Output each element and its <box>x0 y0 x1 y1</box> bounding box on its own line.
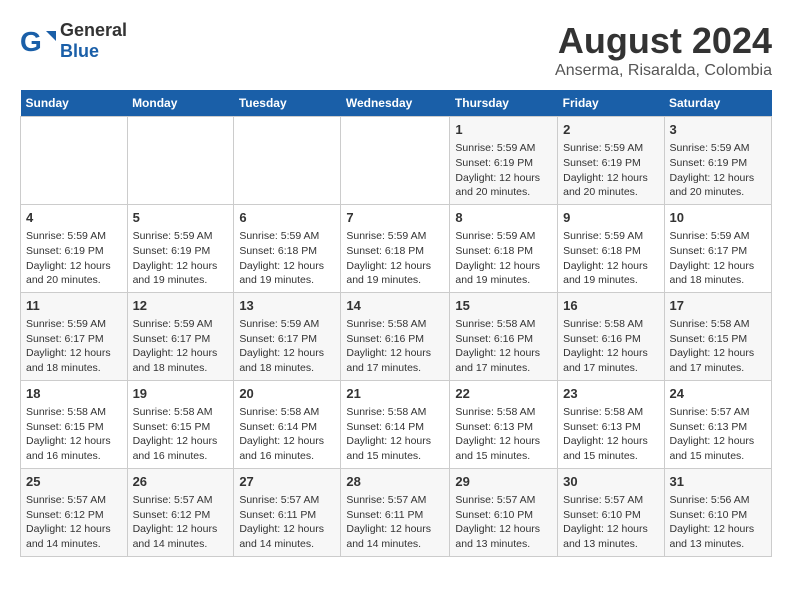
calendar-cell: 15Sunrise: 5:58 AM Sunset: 6:16 PM Dayli… <box>450 292 558 380</box>
logo-blue-text: Blue <box>60 41 99 61</box>
day-number: 21 <box>346 385 444 403</box>
calendar-cell: 25Sunrise: 5:57 AM Sunset: 6:12 PM Dayli… <box>21 468 128 556</box>
day-number: 28 <box>346 473 444 491</box>
calendar-cell: 3Sunrise: 5:59 AM Sunset: 6:19 PM Daylig… <box>664 117 772 205</box>
title-block: August 2024 Anserma, Risaralda, Colombia <box>555 20 772 80</box>
day-number: 24 <box>670 385 767 403</box>
calendar-cell: 2Sunrise: 5:59 AM Sunset: 6:19 PM Daylig… <box>558 117 664 205</box>
month-title: August 2024 <box>555 20 772 62</box>
weekday-header-wednesday: Wednesday <box>341 90 450 117</box>
calendar-cell <box>341 117 450 205</box>
day-number: 7 <box>346 209 444 227</box>
weekday-header-friday: Friday <box>558 90 664 117</box>
calendar-week-2: 4Sunrise: 5:59 AM Sunset: 6:19 PM Daylig… <box>21 204 772 292</box>
calendar-cell: 11Sunrise: 5:59 AM Sunset: 6:17 PM Dayli… <box>21 292 128 380</box>
calendar-cell: 6Sunrise: 5:59 AM Sunset: 6:18 PM Daylig… <box>234 204 341 292</box>
calendar-cell: 29Sunrise: 5:57 AM Sunset: 6:10 PM Dayli… <box>450 468 558 556</box>
weekday-header-saturday: Saturday <box>664 90 772 117</box>
day-number: 11 <box>26 297 122 315</box>
calendar-cell <box>127 117 234 205</box>
calendar-cell: 8Sunrise: 5:59 AM Sunset: 6:18 PM Daylig… <box>450 204 558 292</box>
calendar-cell: 18Sunrise: 5:58 AM Sunset: 6:15 PM Dayli… <box>21 380 128 468</box>
logo-general-text: General <box>60 20 127 40</box>
day-number: 2 <box>563 121 658 139</box>
day-number: 25 <box>26 473 122 491</box>
day-number: 1 <box>455 121 552 139</box>
weekday-header-sunday: Sunday <box>21 90 128 117</box>
calendar-week-3: 11Sunrise: 5:59 AM Sunset: 6:17 PM Dayli… <box>21 292 772 380</box>
calendar-cell: 7Sunrise: 5:59 AM Sunset: 6:18 PM Daylig… <box>341 204 450 292</box>
weekday-header-tuesday: Tuesday <box>234 90 341 117</box>
day-number: 27 <box>239 473 335 491</box>
location-title: Anserma, Risaralda, Colombia <box>555 62 772 80</box>
calendar-week-1: 1Sunrise: 5:59 AM Sunset: 6:19 PM Daylig… <box>21 117 772 205</box>
day-number: 10 <box>670 209 767 227</box>
day-number: 6 <box>239 209 335 227</box>
calendar-cell: 27Sunrise: 5:57 AM Sunset: 6:11 PM Dayli… <box>234 468 341 556</box>
logo: G General Blue <box>20 20 127 62</box>
day-number: 16 <box>563 297 658 315</box>
calendar-cell: 4Sunrise: 5:59 AM Sunset: 6:19 PM Daylig… <box>21 204 128 292</box>
day-number: 9 <box>563 209 658 227</box>
day-number: 18 <box>26 385 122 403</box>
day-number: 14 <box>346 297 444 315</box>
day-number: 23 <box>563 385 658 403</box>
calendar-week-5: 25Sunrise: 5:57 AM Sunset: 6:12 PM Dayli… <box>21 468 772 556</box>
day-number: 31 <box>670 473 767 491</box>
day-number: 19 <box>133 385 229 403</box>
day-number: 8 <box>455 209 552 227</box>
calendar-cell: 23Sunrise: 5:58 AM Sunset: 6:13 PM Dayli… <box>558 380 664 468</box>
weekday-header-row: SundayMondayTuesdayWednesdayThursdayFrid… <box>21 90 772 117</box>
calendar-cell: 16Sunrise: 5:58 AM Sunset: 6:16 PM Dayli… <box>558 292 664 380</box>
day-number: 17 <box>670 297 767 315</box>
calendar-cell: 31Sunrise: 5:56 AM Sunset: 6:10 PM Dayli… <box>664 468 772 556</box>
day-number: 29 <box>455 473 552 491</box>
weekday-header-thursday: Thursday <box>450 90 558 117</box>
calendar-cell: 13Sunrise: 5:59 AM Sunset: 6:17 PM Dayli… <box>234 292 341 380</box>
calendar-cell: 21Sunrise: 5:58 AM Sunset: 6:14 PM Dayli… <box>341 380 450 468</box>
calendar-cell: 10Sunrise: 5:59 AM Sunset: 6:17 PM Dayli… <box>664 204 772 292</box>
calendar-cell: 12Sunrise: 5:59 AM Sunset: 6:17 PM Dayli… <box>127 292 234 380</box>
calendar-cell <box>21 117 128 205</box>
weekday-header-monday: Monday <box>127 90 234 117</box>
day-number: 3 <box>670 121 767 139</box>
day-number: 4 <box>26 209 122 227</box>
calendar-cell: 9Sunrise: 5:59 AM Sunset: 6:18 PM Daylig… <box>558 204 664 292</box>
day-number: 26 <box>133 473 229 491</box>
day-number: 15 <box>455 297 552 315</box>
calendar-cell: 5Sunrise: 5:59 AM Sunset: 6:19 PM Daylig… <box>127 204 234 292</box>
calendar-cell: 28Sunrise: 5:57 AM Sunset: 6:11 PM Dayli… <box>341 468 450 556</box>
day-number: 12 <box>133 297 229 315</box>
page-header: G General Blue August 2024 Anserma, Risa… <box>20 20 772 80</box>
day-number: 22 <box>455 385 552 403</box>
calendar-cell: 24Sunrise: 5:57 AM Sunset: 6:13 PM Dayli… <box>664 380 772 468</box>
calendar-table: SundayMondayTuesdayWednesdayThursdayFrid… <box>20 90 772 557</box>
calendar-cell: 19Sunrise: 5:58 AM Sunset: 6:15 PM Dayli… <box>127 380 234 468</box>
svg-text:G: G <box>20 26 42 57</box>
calendar-week-4: 18Sunrise: 5:58 AM Sunset: 6:15 PM Dayli… <box>21 380 772 468</box>
calendar-cell: 20Sunrise: 5:58 AM Sunset: 6:14 PM Dayli… <box>234 380 341 468</box>
calendar-cell: 1Sunrise: 5:59 AM Sunset: 6:19 PM Daylig… <box>450 117 558 205</box>
calendar-cell: 30Sunrise: 5:57 AM Sunset: 6:10 PM Dayli… <box>558 468 664 556</box>
calendar-cell: 26Sunrise: 5:57 AM Sunset: 6:12 PM Dayli… <box>127 468 234 556</box>
calendar-cell: 22Sunrise: 5:58 AM Sunset: 6:13 PM Dayli… <box>450 380 558 468</box>
day-number: 13 <box>239 297 335 315</box>
calendar-cell <box>234 117 341 205</box>
calendar-cell: 17Sunrise: 5:58 AM Sunset: 6:15 PM Dayli… <box>664 292 772 380</box>
day-number: 30 <box>563 473 658 491</box>
calendar-cell: 14Sunrise: 5:58 AM Sunset: 6:16 PM Dayli… <box>341 292 450 380</box>
day-number: 20 <box>239 385 335 403</box>
day-number: 5 <box>133 209 229 227</box>
logo-icon: G <box>20 23 56 59</box>
